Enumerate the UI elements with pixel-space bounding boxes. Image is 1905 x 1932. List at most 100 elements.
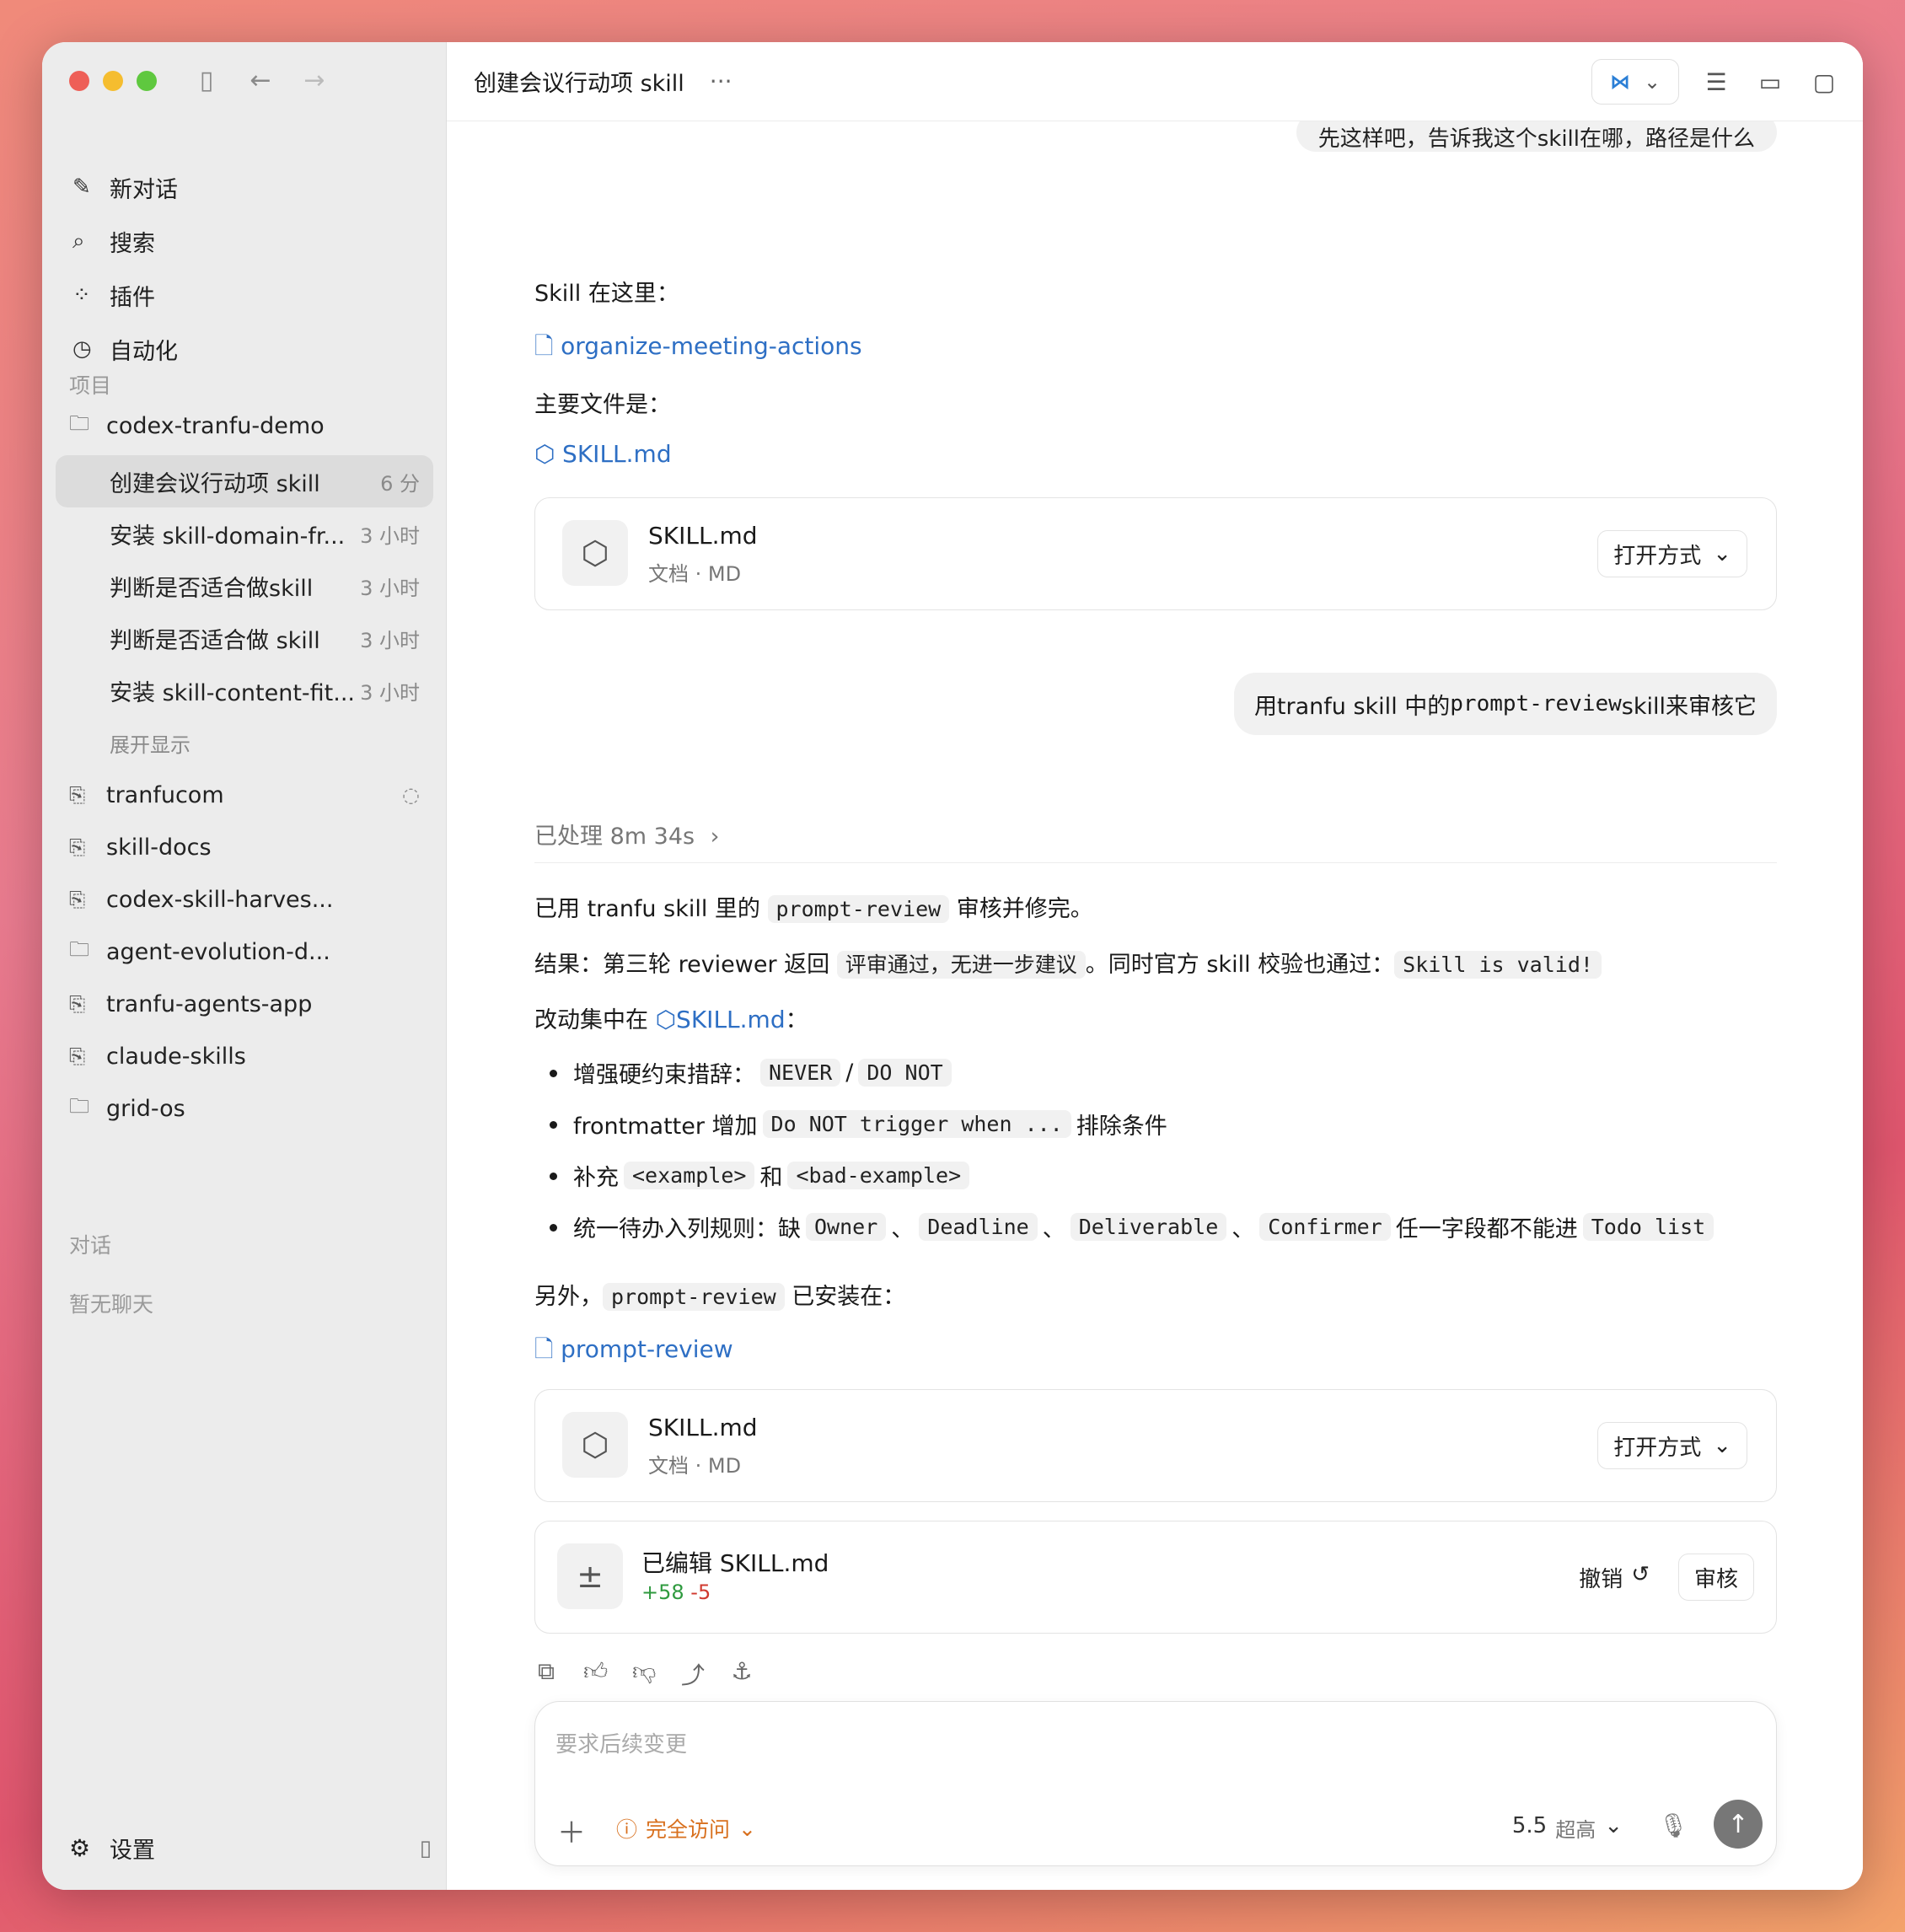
- folder-link[interactable]: 🗋 organize-meeting-actions: [534, 329, 862, 369]
- chevron-right-icon: ›: [710, 824, 720, 850]
- thread-item[interactable]: 判断是否适合做 skill 3 小时: [56, 612, 433, 664]
- chevron-down-icon: ⌄: [738, 1816, 756, 1841]
- app-window: ▯ ← → ✎ 新对话 ⌕ 搜索 ⁘ 插件 ◷ 自动化 项目 🗀 codex-t…: [42, 42, 1863, 1890]
- chats-section-label: 对话: [69, 1233, 112, 1258]
- open-with-button[interactable]: 打开方式 ⌄: [1597, 1422, 1747, 1469]
- copy-icon[interactable]: ⧉: [534, 1657, 558, 1691]
- project-tranfucom[interactable]: ⎘ tranfucom ◌: [56, 769, 433, 821]
- terminal-panel-icon[interactable]: ▭: [1753, 65, 1787, 99]
- list-item: frontmatter 增加 Do NOT trigger when ... 排…: [534, 1098, 1719, 1150]
- project-claude-skills[interactable]: ⎘ claude-skills: [56, 1030, 433, 1082]
- thread-item[interactable]: 安装 skill-content-fit... 3 小时: [56, 664, 433, 716]
- cube-icon: ⬡: [655, 1006, 677, 1033]
- thumbs-down-icon[interactable]: 👎︎: [632, 1657, 656, 1691]
- project-grid-os[interactable]: 🗀 grid-os: [56, 1082, 433, 1135]
- add-attachment-icon[interactable]: ＋: [557, 1810, 586, 1851]
- access-mode-dropdown[interactable]: ⓘ 完全访问 ⌄: [616, 1813, 756, 1843]
- zoom-window-button[interactable]: [137, 71, 157, 91]
- edit-title: 已编辑 SKILL.md: [641, 1549, 829, 1577]
- project-skill-docs[interactable]: ⎘ skill-docs: [56, 821, 433, 873]
- thread-item[interactable]: 创建会议行动项 skill 6 分: [56, 455, 433, 507]
- skill-file-link[interactable]: ⬡ SKILL.md: [534, 440, 672, 468]
- message-text: 主要文件是：: [534, 392, 671, 418]
- nav-label: 自动化: [110, 338, 178, 365]
- settings-button[interactable]: ⚙ 设置 ▯: [69, 1832, 432, 1865]
- microphone-icon[interactable]: 🎙︎: [1658, 1811, 1688, 1839]
- back-arrow-icon[interactable]: ←: [246, 66, 275, 95]
- forward-arrow-icon[interactable]: →: [300, 66, 329, 95]
- folder-open-icon: 🗀: [69, 411, 89, 435]
- edit-summary-card[interactable]: ± 已编辑 SKILL.md +58 -5 撤销 ↺ 审核: [534, 1521, 1777, 1634]
- task-list-icon[interactable]: ☰: [1699, 65, 1733, 99]
- repo-folder-icon: ⎘: [69, 888, 86, 911]
- review-button[interactable]: 审核: [1677, 1554, 1754, 1601]
- list-item: 增强硬约束措辞： NEVER / DO NOT: [534, 1047, 1719, 1098]
- thread-item[interactable]: 安装 skill-domain-fr... 3 小时: [56, 507, 433, 560]
- file-card[interactable]: ⬡ SKILL.md 文档 · MD 打开方式 ⌄: [534, 497, 1777, 610]
- send-button[interactable]: ↑: [1714, 1800, 1763, 1849]
- expand-threads-button[interactable]: 展开显示: [56, 716, 433, 769]
- cube-icon: ⬡: [534, 440, 555, 468]
- open-in-editor-button[interactable]: ⋈ ⌄: [1591, 59, 1679, 105]
- more-options-icon[interactable]: ···: [710, 67, 732, 95]
- open-with-button[interactable]: 打开方式 ⌄: [1597, 530, 1747, 577]
- repo-folder-icon: ⎘: [69, 835, 86, 859]
- undo-icon: ↺: [1631, 1562, 1650, 1587]
- sidebar-nav: ✎ 新对话 ⌕ 搜索 ⁘ 插件 ◷ 自动化: [67, 160, 430, 376]
- repo-folder-icon: ⎘: [69, 992, 86, 1016]
- repo-folder-icon: ⎘: [69, 783, 86, 807]
- plugins-icon: ⁘: [72, 282, 91, 308]
- message-text: Skill 在这里：: [534, 281, 679, 307]
- thread-item[interactable]: 判断是否适合做skill 3 小时: [56, 560, 433, 612]
- chevron-down-icon: ⌄: [1713, 541, 1731, 566]
- nav-automation[interactable]: ◷ 自动化: [67, 322, 430, 376]
- share-icon[interactable]: ⤴: [681, 1657, 705, 1691]
- loading-spinner-icon: ◌: [402, 783, 420, 807]
- toggle-sidebar-icon[interactable]: ▯: [192, 66, 221, 95]
- no-chats-text: 暂无聊天: [69, 1292, 154, 1317]
- model-selector[interactable]: 5.5 超高 ⌄: [1512, 1813, 1623, 1843]
- sidebar: ▯ ← → ✎ 新对话 ⌕ 搜索 ⁘ 插件 ◷ 自动化 项目 🗀 codex-t…: [42, 42, 447, 1890]
- warning-icon: ⓘ: [616, 1817, 638, 1842]
- nav-new-chat[interactable]: ✎ 新对话: [67, 160, 430, 214]
- undo-button[interactable]: 撤销 ↺: [1579, 1562, 1650, 1593]
- folder-icon: 🗀: [69, 1093, 89, 1118]
- nav-label: 新对话: [110, 176, 178, 203]
- nav-plugins[interactable]: ⁘ 插件: [67, 268, 430, 322]
- cube-icon: ⬡: [562, 1412, 628, 1478]
- thumbs-up-icon[interactable]: 👍︎: [583, 1657, 608, 1691]
- topbar: 创建会议行动项 skill ··· ⋈ ⌄ ☰ ▭ ▢: [447, 42, 1863, 121]
- cube-icon: ⬡: [562, 520, 628, 586]
- minimize-window-button[interactable]: [103, 71, 123, 91]
- project-agent-evolution[interactable]: 🗀 agent-evolution-d...: [56, 926, 433, 978]
- project-tranfu-agents-app[interactable]: ⎘ tranfu-agents-app: [56, 978, 433, 1030]
- project-codex-skill-harvester[interactable]: ⎘ codex-skill-harves...: [56, 873, 433, 926]
- file-name: SKILL.md: [648, 522, 758, 550]
- processed-toggle[interactable]: 已处理 8m 34s ›: [534, 818, 1777, 863]
- main-panel: 创建会议行动项 skill ··· ⋈ ⌄ ☰ ▭ ▢ 先这样吧，告诉我这个sk…: [447, 42, 1863, 1890]
- project-codex-tranfu-demo[interactable]: 🗀 codex-tranfu-demo: [56, 400, 433, 452]
- user-message: 用tranfu skill 中的 prompt-review skill来审核它: [1233, 673, 1777, 735]
- list-item: 统一待办入列规则：缺 Owner、 Deadline、 Deliverable、…: [534, 1201, 1719, 1253]
- chevron-down-icon: ⌄: [1713, 1433, 1731, 1458]
- anchor-icon[interactable]: ⚓︎: [730, 1657, 754, 1691]
- file-card[interactable]: ⬡ SKILL.md 文档 · MD 打开方式 ⌄: [534, 1389, 1777, 1502]
- folder-icon: 🗀: [69, 936, 89, 961]
- followup-input[interactable]: 要求后续变更: [555, 1727, 687, 1758]
- side-panel-icon[interactable]: ▢: [1807, 65, 1841, 99]
- projects-list: 🗀 codex-tranfu-demo 创建会议行动项 skill 6 分 安装…: [56, 400, 433, 1135]
- nav-search[interactable]: ⌕ 搜索: [67, 214, 430, 268]
- gear-icon: ⚙: [69, 1834, 91, 1862]
- chevron-down-icon: ⌄: [1604, 1813, 1623, 1838]
- skill-file-link[interactable]: SKILL.md: [676, 1006, 786, 1033]
- diff-stats: +58 -5: [641, 1580, 711, 1604]
- file-meta: 文档 · MD: [648, 1454, 742, 1478]
- prompt-review-link[interactable]: 🗋 prompt-review: [534, 1332, 733, 1372]
- topbar-actions: ⋈ ⌄ ☰ ▭ ▢: [1591, 59, 1841, 105]
- nav-label: 搜索: [110, 230, 155, 257]
- chevron-down-icon: ⌄: [1643, 70, 1661, 94]
- sidebar-toolbar: ▯ ← →: [192, 66, 329, 95]
- device-icon[interactable]: ▯: [420, 1836, 432, 1861]
- search-icon: ⌕: [72, 228, 85, 254]
- close-window-button[interactable]: [69, 71, 89, 91]
